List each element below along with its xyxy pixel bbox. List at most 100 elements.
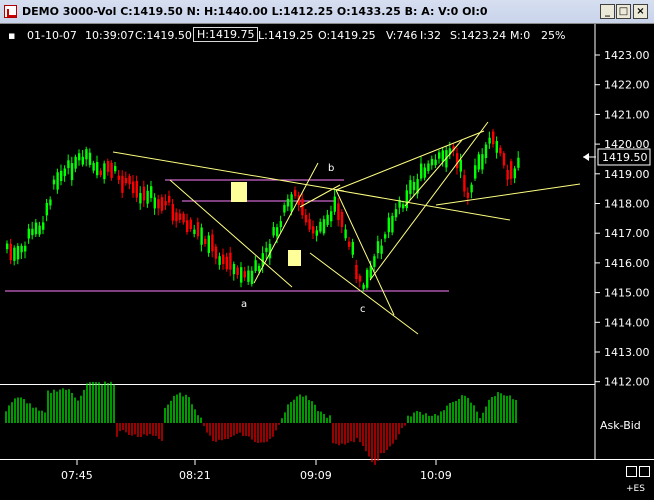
trendline-right [435,183,581,206]
candle-body [344,229,347,239]
annotation-c: c [360,304,366,315]
annotation-b: b [328,163,334,174]
candle-body [229,252,232,270]
candle-body [330,211,333,222]
price-tick-label: 1419.00 [604,168,650,181]
time-axis: 07:45 08:21 09:09 10:09 [61,460,452,482]
horizontal-levels [5,179,449,292]
candle-body [240,267,243,283]
candle-body [214,246,218,259]
candle-body [427,163,430,172]
candle-body [222,254,225,265]
candle-body [337,203,340,221]
candle-body [376,241,380,254]
candle-body [63,168,66,177]
candle-body [204,238,207,245]
candle-body [175,212,178,222]
time-tick-label: 10:09 [420,469,452,482]
candle-body [70,163,74,181]
price-tick-label: 1415.00 [604,287,650,300]
candle-body [200,227,203,245]
candle-body [42,222,45,230]
candle-body [438,152,441,159]
candle-body [294,190,297,197]
candle-body [150,186,153,198]
candle-body [67,160,70,169]
candle-body [279,221,282,228]
trendlines[interactable] [112,121,581,335]
candle-body [96,161,99,176]
candle-body [49,199,52,206]
candle-body [254,260,257,272]
candle-body [286,198,290,207]
candle-body [358,275,362,282]
candle-body [110,162,113,178]
trendline-up-inner [404,139,463,207]
candle-body [124,178,128,184]
price-axis: 1423.001422.001421.001420.001419.001418.… [595,49,650,389]
candle-body [409,180,412,194]
candle-body [196,222,200,237]
time-tick-label: 08:21 [179,469,211,482]
candle-body [387,217,390,233]
candle-body [88,152,92,165]
candle-body [495,141,498,153]
candle-body [510,161,513,179]
candle-body [142,186,146,201]
candle-body [60,170,63,182]
candle-body [6,243,9,250]
price-tick-label: 1418.00 [604,198,650,211]
price-chart[interactable]: 1423.001422.001421.001420.001419.001418.… [0,0,654,500]
candle-body [225,256,228,270]
candle-body [380,245,383,254]
time-tick-label: 07:45 [61,469,93,482]
candle-body [9,243,12,261]
candle-body [106,161,110,172]
candle-body [290,194,293,212]
candle-body [232,264,236,275]
current-price-label: 1419.50 [602,151,648,164]
candle-body [16,245,20,260]
candle-body [250,270,254,285]
candle-body [470,184,473,193]
candle-body [466,192,470,198]
candle-body [502,153,506,166]
candle-body [474,165,477,179]
ask-bid-histogram [5,381,517,465]
candle-body [459,159,462,172]
candle-body [52,179,56,185]
candle-body [394,209,398,218]
current-price-marker: 1419.50 [583,148,651,166]
candle-body [171,203,174,221]
candle-body [99,170,102,176]
candle-body [412,181,416,191]
candle-body [265,247,268,252]
candle-body [139,193,142,204]
trendline-up-c [369,121,489,281]
candle-body [178,213,182,220]
candle-body [258,265,261,272]
candle-body [391,215,394,233]
candle-body [326,214,329,225]
candle-body [348,241,351,247]
candle-body [506,170,509,180]
layout-toggle-right[interactable] [639,466,650,477]
price-tick-label: 1421.00 [604,108,650,121]
candle-body [186,220,189,233]
candle-body [319,221,322,232]
candle-body [441,150,444,162]
candle-body [114,166,117,172]
candle-body [160,197,164,211]
candle-body [74,156,77,169]
candle-body [423,167,426,178]
candle-body [315,230,318,236]
indicator-label: Ask-Bid [600,419,641,432]
candle-body [38,225,41,235]
candle-body [168,195,171,203]
price-tick-label: 1423.00 [604,49,650,62]
candle-body [24,245,27,252]
layout-toggle-left[interactable] [626,466,637,477]
time-tick-label: 09:09 [300,469,332,482]
candle-body [27,228,30,239]
candle-body [157,199,160,209]
